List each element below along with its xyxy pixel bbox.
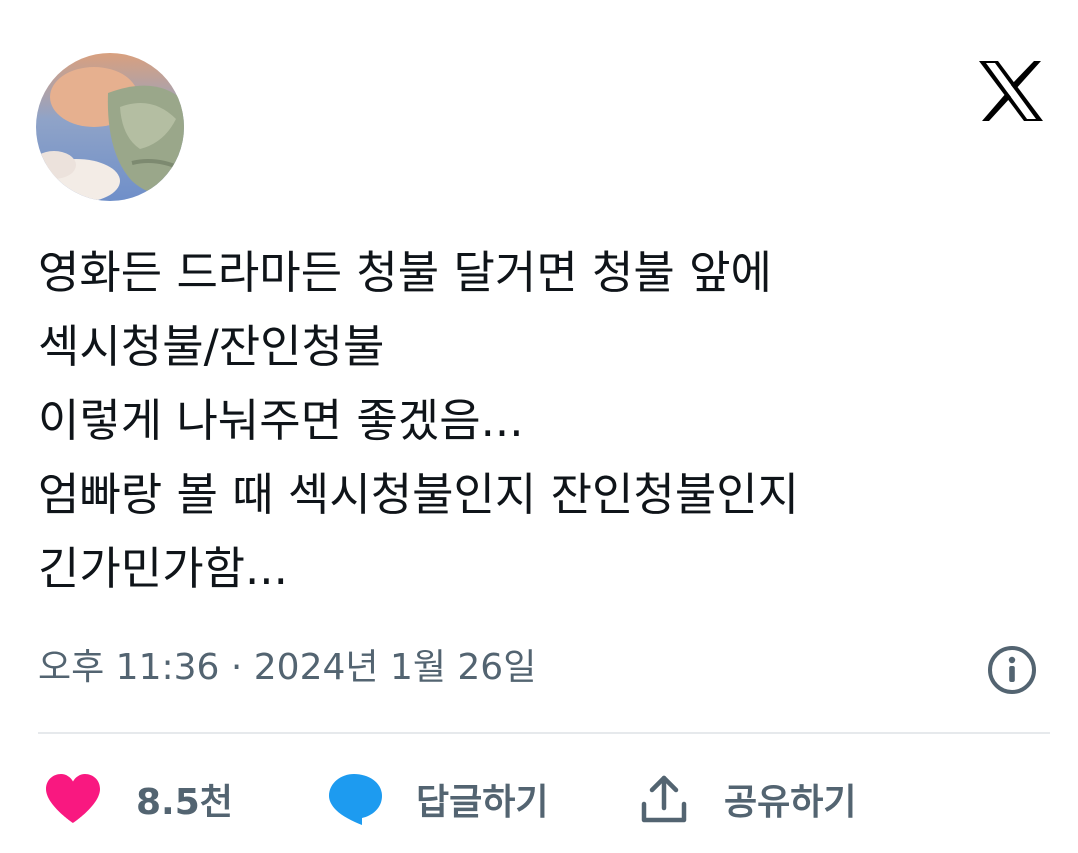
tweet-text-line: 영화든 드라마든 청불 달거면 청불 앞에 xyxy=(38,246,772,299)
tweet-text: 영화든 드라마든 청불 달거면 청불 앞에 섹시청불/잔인청불 이렇게 나눠주면… xyxy=(38,236,1038,606)
like-button[interactable]: 8.5천 xyxy=(44,764,233,834)
tweet-text-line: 이렇게 나눠주면 좋겠음... xyxy=(38,394,524,447)
share-button[interactable]: 공유하기 xyxy=(640,764,856,834)
avatar-photo xyxy=(36,53,184,201)
tweet-text-line: 섹시청불/잔인청불 xyxy=(38,320,385,373)
avatar[interactable] xyxy=(36,53,184,201)
reply-label: 답글하기 xyxy=(416,782,549,823)
speech-bubble-icon xyxy=(329,774,382,825)
tweet-text-line: 긴가민가함... xyxy=(38,542,288,595)
heart-icon xyxy=(46,774,100,823)
tweet-timestamp[interactable]: 오후 11:36 · 2024년 1월 26일 xyxy=(38,640,536,696)
info-icon[interactable] xyxy=(986,644,1038,696)
x-logo-icon xyxy=(978,60,1044,122)
like-count: 8.5천 xyxy=(136,782,233,823)
share-label: 공유하기 xyxy=(724,782,857,823)
tweet-card: 영화든 드라마든 청불 달거면 청불 앞에 섹시청불/잔인청불 이렇게 나눠주면… xyxy=(0,0,1078,853)
tweet-text-line: 엄빠랑 볼 때 섹시청불인지 잔인청불인지 xyxy=(38,468,800,521)
action-bar: 8.5천 답글하기 공유하기 xyxy=(0,764,1078,834)
reply-button[interactable]: 답글하기 xyxy=(328,764,548,834)
divider xyxy=(38,732,1050,734)
share-upload-icon xyxy=(641,775,687,823)
